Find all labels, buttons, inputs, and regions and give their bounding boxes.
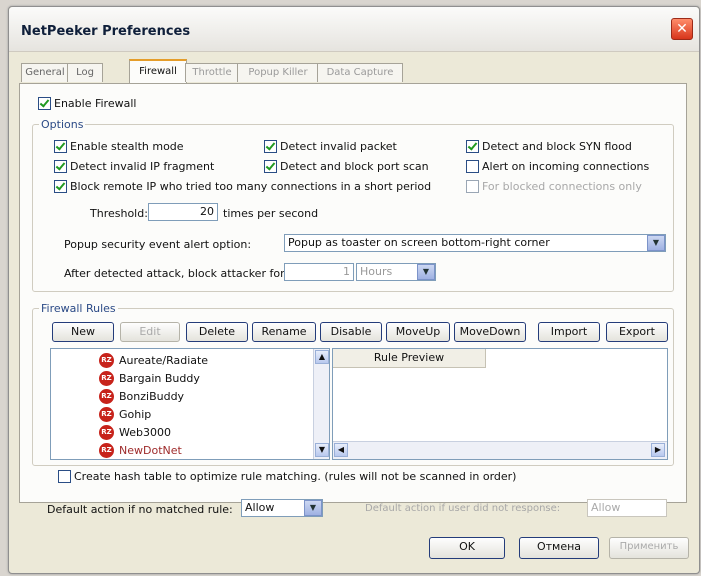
alert-incoming-label: Alert on incoming connections (482, 160, 650, 173)
invalid-packet-label: Detect invalid packet (280, 140, 397, 153)
checkbox-checked-icon (54, 180, 67, 193)
default-action-value: Allow (245, 501, 275, 514)
popup-option-select[interactable]: Popup as toaster on screen bottom-right … (284, 234, 666, 252)
disable-rule-button[interactable]: Disable (320, 322, 382, 342)
default-action-label: Default action if no matched rule: (47, 503, 233, 516)
block-remote-ip-label: Block remote IP who tried too many conne… (70, 180, 432, 193)
rules-list[interactable]: RZ Aureate/Radiate RZ Bargain Buddy RZ Bonz… (50, 348, 330, 460)
blocked-only-checkbox[interactable]: For blocked connections only (466, 180, 642, 193)
rule-name: Bargain Buddy (119, 371, 200, 385)
rule-shield-icon: RZ (99, 406, 114, 422)
rule-shield-icon: RZ (99, 424, 114, 440)
move-down-button[interactable]: MoveDown (454, 322, 526, 342)
rule-shield-icon: RZ (99, 388, 114, 404)
preferences-window: NetPeeker Preferences ✕ General Log Fire… (8, 6, 700, 574)
import-button[interactable]: Import (538, 322, 600, 342)
rule-preview-pane: Rule Preview ◀ ▶ (332, 348, 668, 460)
tab-popup-killer[interactable]: Popup Killer (237, 63, 319, 82)
cancel-button[interactable]: Отмена (519, 537, 599, 559)
stealth-mode-label: Enable stealth mode (70, 140, 184, 153)
list-item[interactable]: RZ BonziBuddy (99, 387, 184, 405)
rule-name: Aureate/Radiate (119, 353, 209, 367)
checkbox-checked-icon (264, 160, 277, 173)
dropdown-arrow-icon[interactable]: ▼ (417, 264, 435, 280)
options-legend: Options (41, 118, 84, 131)
delete-rule-button[interactable]: Delete (186, 322, 248, 342)
hash-table-label: Create hash table to optimize rule match… (74, 470, 517, 483)
list-item[interactable]: RZ Web3000 (99, 423, 171, 441)
threshold-label: Threshold: (90, 207, 148, 220)
rule-name: BonziBuddy (119, 389, 185, 403)
rules-list-scrollbar[interactable]: ▲ ▼ (313, 349, 329, 459)
rule-name: NewDotNet (119, 443, 182, 457)
rule-preview-header: Rule Preview (333, 349, 486, 368)
list-item[interactable]: RZ Gohip (99, 405, 151, 423)
ok-button[interactable]: OK (429, 537, 505, 559)
threshold-input[interactable]: 20 (148, 203, 218, 221)
enable-firewall-label: Enable Firewall (54, 97, 137, 110)
enable-firewall-checkbox[interactable]: Enable Firewall (38, 97, 136, 110)
tab-data-capture[interactable]: Data Capture (317, 63, 403, 82)
rule-shield-icon: RZ (99, 370, 114, 386)
tab-general[interactable]: General (21, 63, 69, 82)
move-up-button[interactable]: MoveUp (386, 322, 450, 342)
block-attacker-label: After detected attack, block attacker fo… (64, 267, 285, 280)
port-scan-label: Detect and block port scan (280, 160, 429, 173)
rule-name: Web3000 (119, 425, 171, 439)
user-no-response-label: Default action if user did not response: (365, 503, 561, 514)
tab-log[interactable]: Log (67, 63, 103, 82)
checkbox-checked-icon (54, 140, 67, 153)
tab-firewall[interactable]: Firewall (129, 59, 187, 84)
rule-shield-icon: RZ (99, 442, 114, 458)
preview-hscrollbar[interactable]: ◀ ▶ (333, 441, 667, 459)
threshold-unit: times per second (223, 207, 319, 220)
block-remote-ip-checkbox[interactable]: Block remote IP who tried too many conne… (54, 180, 431, 193)
export-button[interactable]: Export (606, 322, 668, 342)
block-attacker-unit-value: Hours (360, 265, 393, 278)
rule-shield-icon: RZ (99, 352, 114, 368)
list-item[interactable]: RZ Bargain Buddy (99, 369, 200, 387)
scroll-up-icon[interactable]: ▲ (315, 350, 329, 364)
user-no-response-value: Allow (591, 501, 621, 514)
stealth-mode-checkbox[interactable]: Enable stealth mode (54, 140, 184, 153)
checkbox-disabled-icon (466, 180, 479, 193)
block-attacker-input[interactable]: 1 (284, 263, 354, 281)
list-item[interactable]: RZ Aureate/Radiate (99, 351, 208, 369)
tab-throttle[interactable]: Throttle (185, 63, 239, 82)
firewall-panel: Enable Firewall Options Enable stealth m… (19, 83, 687, 503)
user-no-response-select[interactable]: Allow (587, 499, 667, 517)
scroll-right-icon[interactable]: ▶ (651, 443, 665, 457)
port-scan-checkbox[interactable]: Detect and block port scan (264, 160, 429, 173)
checkbox-checked-icon (264, 140, 277, 153)
edit-rule-button[interactable]: Edit (120, 322, 180, 342)
dropdown-arrow-icon[interactable]: ▼ (304, 500, 322, 516)
list-item[interactable]: RZ NewDotNet (99, 441, 182, 459)
invalid-ip-fragment-checkbox[interactable]: Detect invalid IP fragment (54, 160, 214, 173)
checkbox-unchecked-icon (466, 160, 479, 173)
scroll-left-icon[interactable]: ◀ (334, 443, 348, 457)
checkbox-checked-icon (54, 160, 67, 173)
checkbox-checked-icon (38, 97, 51, 110)
alert-incoming-checkbox[interactable]: Alert on incoming connections (466, 160, 649, 173)
new-rule-button[interactable]: New (52, 322, 114, 342)
dropdown-arrow-icon[interactable]: ▼ (647, 235, 665, 251)
window-title: NetPeeker Preferences (21, 24, 191, 39)
close-icon[interactable]: ✕ (671, 18, 693, 40)
apply-button[interactable]: Применить (609, 537, 689, 559)
rename-rule-button[interactable]: Rename (252, 322, 316, 342)
popup-option-value: Popup as toaster on screen bottom-right … (288, 236, 550, 249)
popup-option-label: Popup security event alert option: (64, 238, 252, 251)
checkbox-unchecked-icon (58, 470, 71, 483)
invalid-ip-fragment-label: Detect invalid IP fragment (70, 160, 215, 173)
firewall-rules-legend: Firewall Rules (41, 302, 116, 315)
hash-table-checkbox[interactable]: Create hash table to optimize rule match… (58, 470, 516, 483)
blocked-only-label: For blocked connections only (482, 180, 642, 193)
syn-flood-label: Detect and block SYN flood (482, 140, 632, 153)
checkbox-checked-icon (466, 140, 479, 153)
syn-flood-checkbox[interactable]: Detect and block SYN flood (466, 140, 632, 153)
rule-name: Gohip (119, 407, 152, 421)
scroll-down-icon[interactable]: ▼ (315, 443, 329, 457)
title-bar[interactable]: NetPeeker Preferences ✕ (9, 7, 699, 52)
invalid-packet-checkbox[interactable]: Detect invalid packet (264, 140, 397, 153)
